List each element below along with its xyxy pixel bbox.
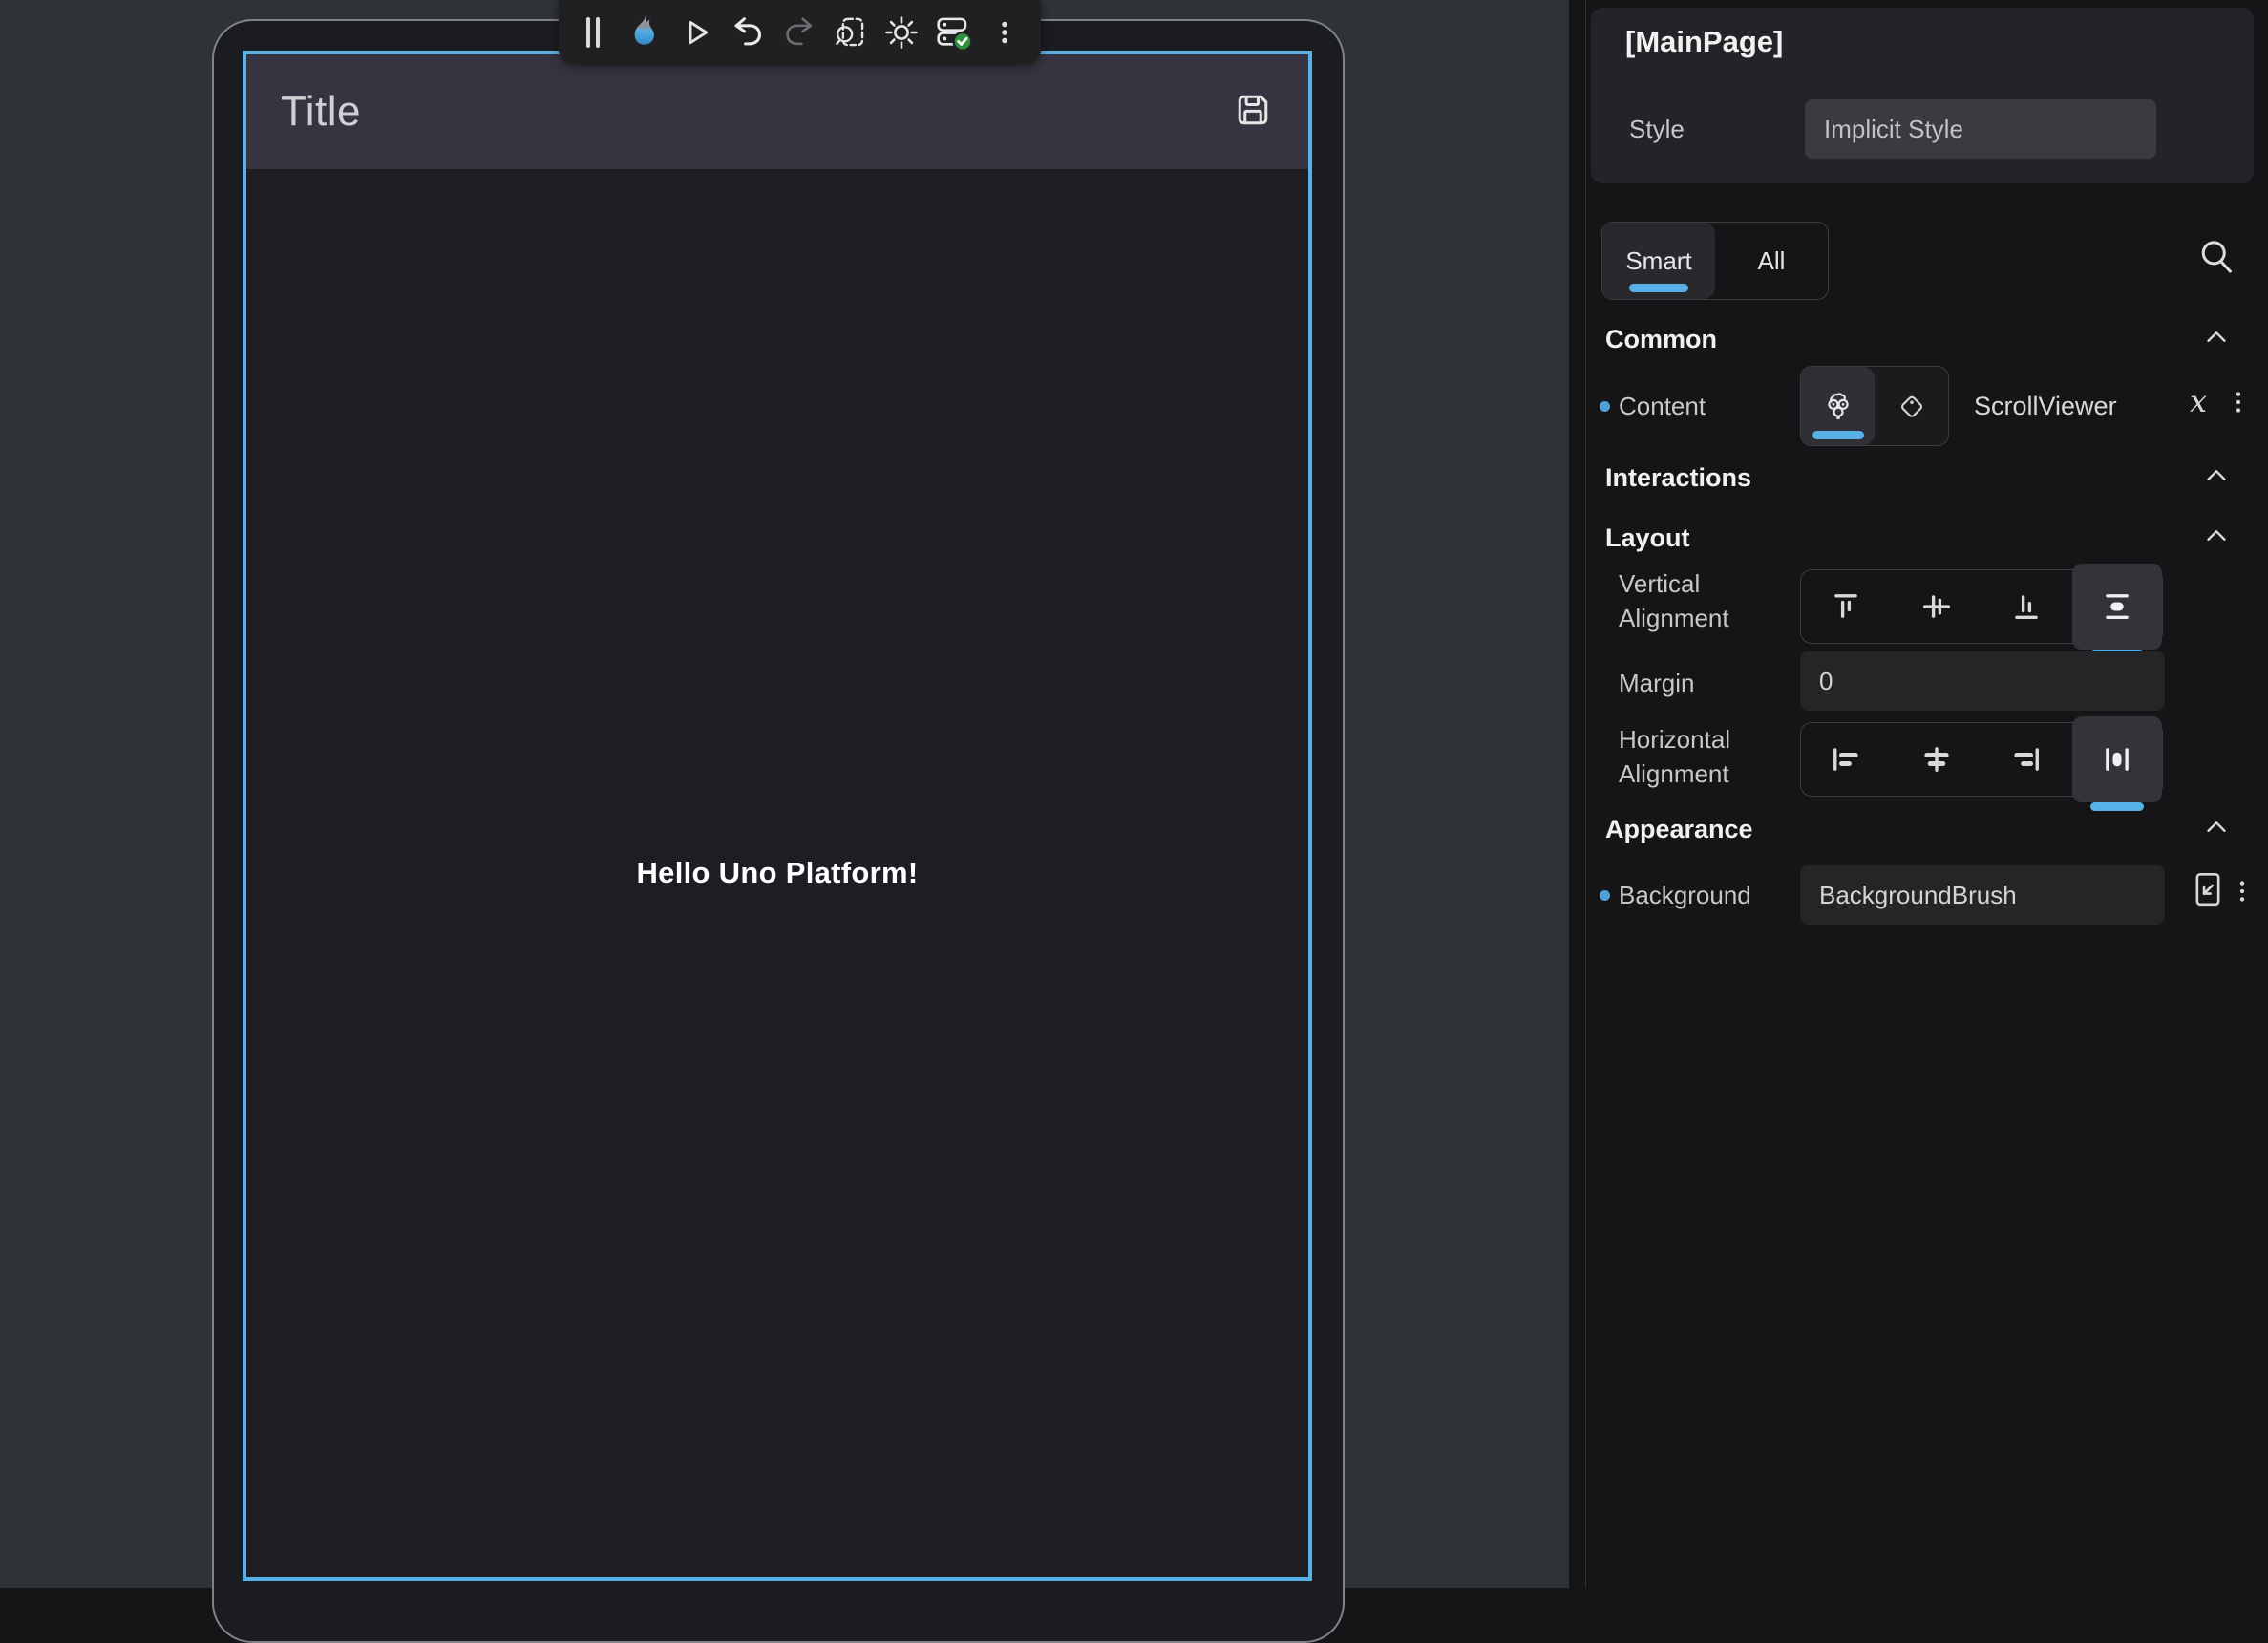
app-content-area[interactable]: Hello Uno Platform!	[246, 169, 1308, 1577]
content-modified-dot	[1600, 401, 1610, 412]
margin-value: 0	[1819, 667, 1833, 696]
background-input[interactable]: BackgroundBrush	[1800, 865, 2165, 925]
undo-icon[interactable]	[727, 11, 769, 53]
background-more-icon[interactable]	[2228, 877, 2257, 910]
margin-label: Margin	[1619, 666, 1694, 700]
background-label: Background	[1619, 878, 1751, 912]
selected-element-card: [MainPage] Style Implicit Style	[1591, 8, 2254, 183]
margin-input[interactable]: 0	[1800, 651, 2165, 711]
valign-stretch-button[interactable]	[2072, 564, 2163, 650]
halign-right-button[interactable]	[1982, 726, 2072, 793]
search-icon[interactable]	[2195, 236, 2237, 283]
style-input[interactable]: Implicit Style	[1805, 99, 2156, 159]
align-top-icon	[1829, 589, 1863, 624]
valign-bottom-button[interactable]	[1982, 573, 2072, 640]
vertical-alignment-label: Vertical Alignment	[1619, 566, 1771, 635]
app-title-bar[interactable]: Title	[246, 54, 1308, 169]
appearance-collapse-chevron-up-icon[interactable]	[2202, 813, 2231, 846]
layout-collapse-chevron-up-icon[interactable]	[2202, 522, 2231, 555]
content-mode-tag-button[interactable]	[1875, 367, 1948, 445]
common-collapse-chevron-up-icon[interactable]	[2202, 323, 2231, 356]
hot-design-flame-icon[interactable]	[624, 11, 666, 53]
halign-selected-indicator	[2090, 802, 2144, 811]
content-more-icon[interactable]	[2224, 388, 2253, 421]
theme-sun-icon[interactable]	[880, 11, 922, 53]
tab-all-label: All	[1758, 246, 1786, 276]
tab-smart[interactable]: Smart	[1602, 223, 1715, 299]
drag-handle[interactable]	[572, 11, 614, 53]
more-menu-icon[interactable]	[984, 11, 1026, 53]
tab-smart-indicator	[1629, 284, 1688, 292]
align-vertical-center-icon	[1919, 589, 1954, 624]
section-interactions[interactable]: Interactions	[1605, 463, 1751, 493]
interactions-collapse-chevron-up-icon[interactable]	[2202, 461, 2231, 495]
device-frame: Title Hello Uno Platform!	[212, 19, 1345, 1643]
content-mode-indicator	[1812, 431, 1864, 439]
content-mode-element-button[interactable]	[1801, 367, 1875, 445]
visual-tree-grapes-icon	[1821, 389, 1855, 423]
play-icon[interactable]	[675, 11, 717, 53]
horizontal-alignment-label: Horizontal Alignment	[1619, 722, 1781, 791]
align-left-icon	[1829, 742, 1863, 777]
align-right-icon	[2009, 742, 2044, 777]
hot-design-toolbar	[559, 0, 1041, 65]
property-tabs: Smart All	[1601, 222, 1829, 300]
align-horizontal-center-icon	[1919, 742, 1954, 777]
redo-icon[interactable]	[778, 11, 820, 53]
page-title: [MainPage]	[1625, 25, 1783, 59]
section-common[interactable]: Common	[1605, 325, 1717, 354]
valign-top-button[interactable]	[1801, 573, 1892, 640]
content-markup-x-icon[interactable]: x	[2190, 383, 2207, 419]
drag-handle-bars	[586, 17, 600, 48]
halign-left-button[interactable]	[1801, 726, 1892, 793]
content-label: Content	[1619, 389, 1706, 423]
align-horizontal-stretch-icon	[2100, 742, 2134, 777]
tag-icon	[1896, 390, 1928, 422]
properties-panel: [MainPage] Style Implicit Style Smart Al…	[1569, 0, 2268, 1588]
hello-textblock[interactable]: Hello Uno Platform!	[636, 856, 918, 890]
content-value[interactable]: ScrollViewer	[1974, 392, 2117, 421]
app-title: Title	[281, 88, 361, 136]
vertical-alignment-group	[1800, 569, 2163, 644]
tab-smart-label: Smart	[1625, 246, 1691, 276]
background-modified-dot	[1600, 890, 1610, 901]
valign-center-button[interactable]	[1892, 573, 1982, 640]
background-resource-icon[interactable]	[2188, 869, 2228, 914]
tab-all[interactable]: All	[1715, 223, 1828, 299]
content-mode-toggle	[1800, 366, 1949, 446]
section-appearance[interactable]: Appearance	[1605, 815, 1753, 844]
save-icon[interactable]	[1232, 89, 1274, 136]
inspect-element-icon[interactable]	[829, 11, 871, 53]
style-value: Implicit Style	[1824, 115, 1963, 144]
selection-outline: Title Hello Uno Platform!	[243, 51, 1312, 1581]
align-bottom-icon	[2009, 589, 2044, 624]
align-vertical-stretch-icon	[2100, 589, 2134, 624]
horizontal-alignment-group	[1800, 722, 2163, 797]
server-status-icon[interactable]	[932, 11, 974, 53]
background-value: BackgroundBrush	[1819, 881, 2017, 910]
section-layout[interactable]: Layout	[1605, 523, 1690, 553]
style-label: Style	[1629, 115, 1685, 144]
design-canvas[interactable]: Title Hello Uno Platform!	[0, 0, 1569, 1588]
halign-center-button[interactable]	[1892, 726, 1982, 793]
halign-stretch-button[interactable]	[2072, 716, 2163, 802]
